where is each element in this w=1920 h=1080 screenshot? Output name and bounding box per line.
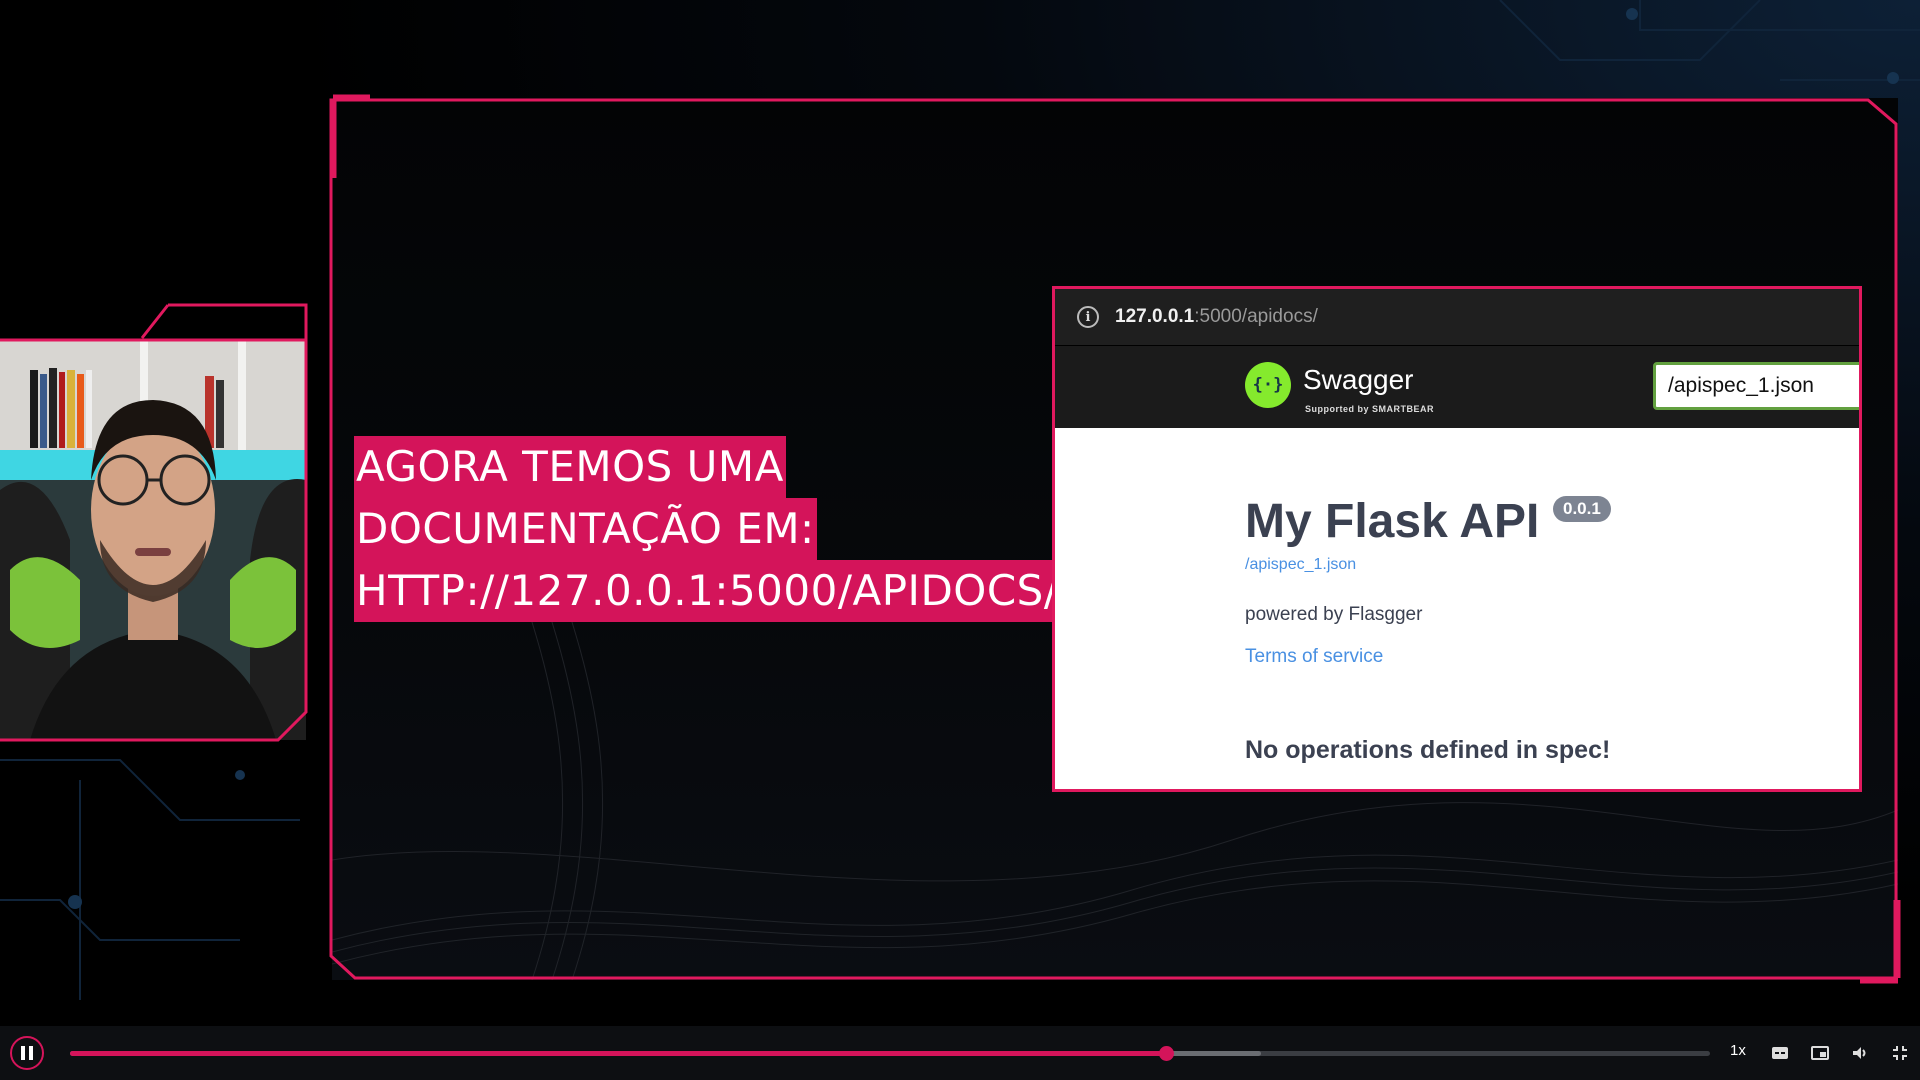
caption-line-1: AGORA TEMOS UMA xyxy=(354,436,786,498)
progress-track[interactable] xyxy=(70,1046,1710,1061)
volume-icon[interactable] xyxy=(1850,1043,1870,1063)
api-title: My Flask API xyxy=(1245,495,1540,548)
caption-text: AGORA TEMOS UMA DOCUMENTAÇÃO EM: HTTP://… xyxy=(354,436,1061,622)
site-info-icon[interactable]: i xyxy=(1077,306,1099,328)
address-bar[interactable]: i 127.0.0.1:5000/apidocs/ xyxy=(1055,289,1859,345)
pause-button[interactable] xyxy=(10,1036,44,1070)
pause-icon-bar-right xyxy=(29,1046,33,1060)
pause-icon-bar-left xyxy=(21,1046,25,1060)
scrubber-handle[interactable] xyxy=(1158,1046,1174,1061)
terms-of-service-link[interactable]: Terms of service xyxy=(1245,646,1383,668)
swagger-topbar: {·} Swagger Supported by SMARTBEAR xyxy=(1055,345,1859,428)
swagger-info: My Flask API 0.0.1 /apispec_1.json power… xyxy=(1055,428,1859,789)
playback-speed-button[interactable]: 1x xyxy=(1730,1042,1746,1059)
webcam-feed xyxy=(0,340,306,740)
version-badge: 0.0.1 xyxy=(1553,496,1611,522)
video-player-controls: 1x xyxy=(0,1026,1920,1080)
url-path: :5000/apidocs/ xyxy=(1194,306,1318,327)
browser-screenshot: i 127.0.0.1:5000/apidocs/ {·} Swagger Su… xyxy=(1052,286,1862,792)
caption-line-3: HTTP://127.0.0.1:5000/APIDOCS/ xyxy=(354,560,1061,622)
url-host: 127.0.0.1 xyxy=(1115,306,1195,327)
played-bar xyxy=(70,1051,1166,1056)
spec-url-input[interactable] xyxy=(1653,362,1859,410)
no-operations-message: No operations defined in spec! xyxy=(1245,736,1611,764)
powered-by-text: powered by Flasgger xyxy=(1245,604,1423,625)
spec-link[interactable]: /apispec_1.json xyxy=(1245,556,1356,574)
swagger-subtitle: Supported by SMARTBEAR xyxy=(1305,404,1434,414)
swagger-name: Swagger xyxy=(1303,364,1414,395)
subtitles-icon[interactable] xyxy=(1770,1043,1790,1063)
swagger-logo-icon: {·} xyxy=(1245,362,1291,408)
exit-fullscreen-icon[interactable] xyxy=(1890,1043,1910,1063)
caption-line-2: DOCUMENTAÇÃO EM: xyxy=(354,498,817,560)
picture-in-picture-icon[interactable] xyxy=(1810,1043,1830,1063)
